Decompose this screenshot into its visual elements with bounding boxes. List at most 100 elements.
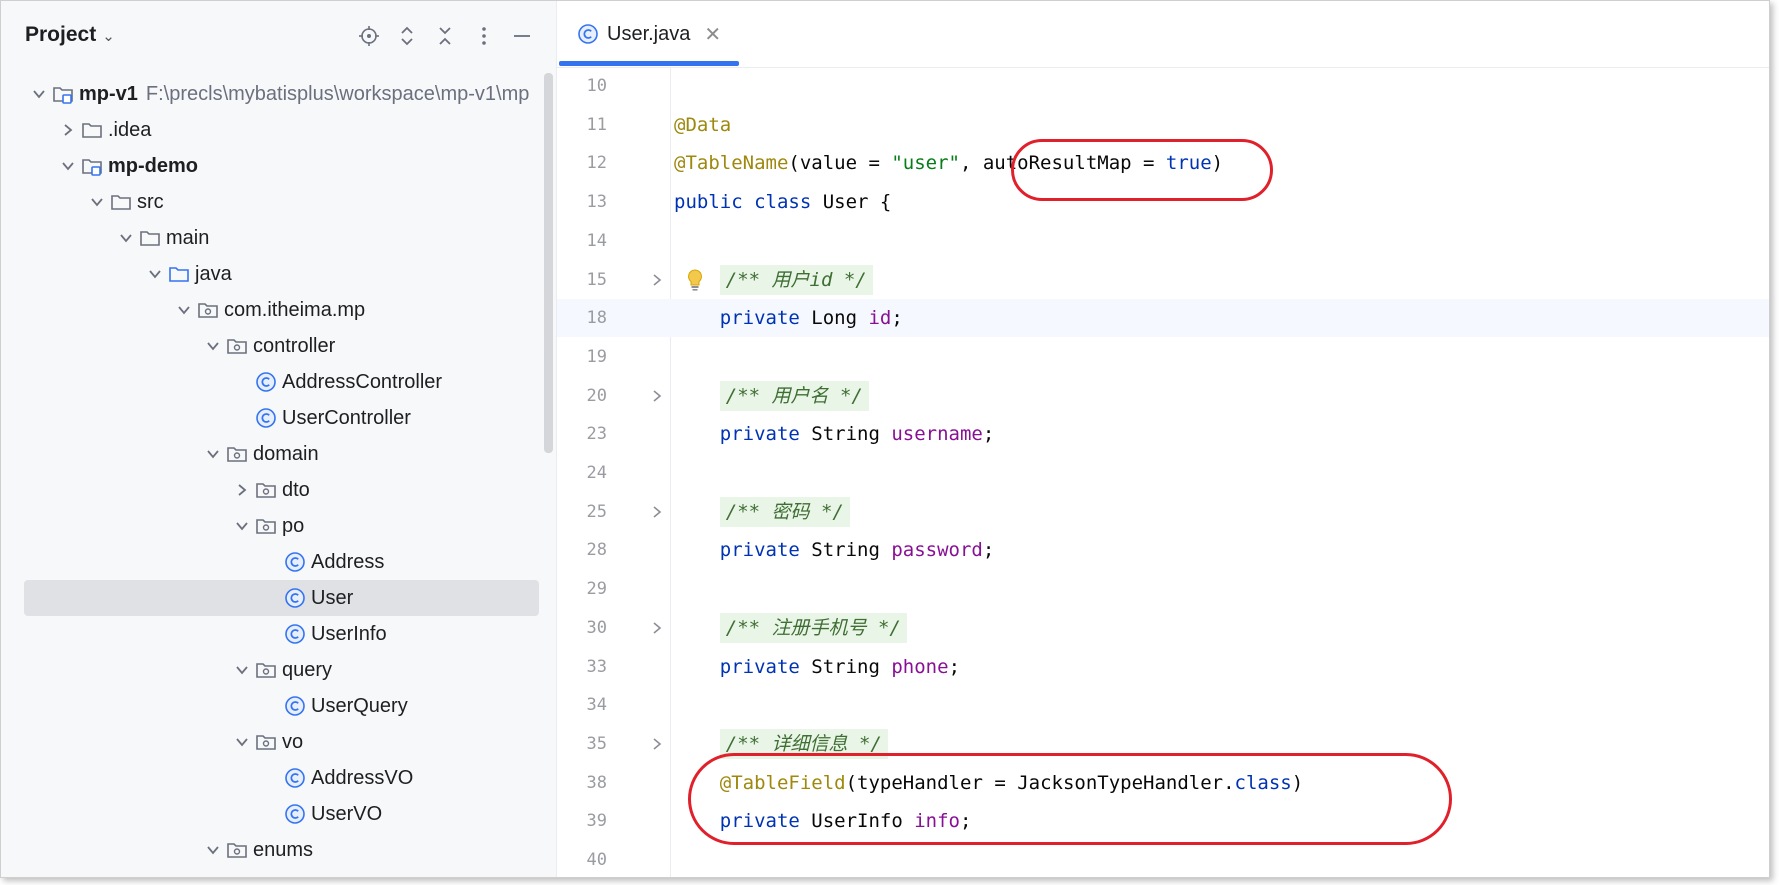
tree-item-label: com.itheima.mp xyxy=(224,298,366,321)
tree-item-userinfo[interactable]: UserInfo xyxy=(1,616,556,652)
editor-tab-bar: User.java ✕ xyxy=(557,1,1769,68)
tree-item-enums[interactable]: enums xyxy=(1,832,556,868)
code-text[interactable]: private String password; xyxy=(674,531,995,569)
code-token: private xyxy=(719,423,812,446)
line-number[interactable]: 35 xyxy=(557,725,607,763)
tree-item-label: Address xyxy=(311,550,385,573)
chevron-down-icon[interactable] xyxy=(230,514,254,538)
tree-item-dto[interactable]: dto xyxy=(1,472,556,508)
fold-chevron-icon[interactable] xyxy=(649,493,665,531)
tree-item-userquery[interactable]: UserQuery xyxy=(1,688,556,724)
code-token: public class xyxy=(674,191,823,214)
chevron-down-icon[interactable] xyxy=(230,658,254,682)
line-number[interactable]: 15 xyxy=(557,261,607,299)
line-number[interactable]: 40 xyxy=(557,841,607,877)
line-number[interactable]: 28 xyxy=(557,531,607,569)
chevron-right-icon[interactable] xyxy=(230,478,254,502)
tree-item-src[interactable]: src xyxy=(1,184,556,220)
line-number[interactable]: 29 xyxy=(557,570,607,608)
expand-all-icon[interactable] xyxy=(394,23,420,49)
tree-item-java[interactable]: java xyxy=(1,256,556,292)
line-number[interactable]: 10 xyxy=(557,67,607,105)
line-number[interactable]: 24 xyxy=(557,454,607,492)
code-token: String xyxy=(811,539,892,562)
code-token: @TableName xyxy=(674,152,789,175)
chevron-down-icon[interactable] xyxy=(114,226,138,250)
chevron-down-icon[interactable] xyxy=(172,298,196,322)
project-tool-window: Project ⌄ mp-v1 F:\precls\mybatisplus\work… xyxy=(1,1,557,877)
tree-item-addressvo[interactable]: AddressVO xyxy=(1,760,556,796)
chevron-down-icon[interactable] xyxy=(230,730,254,754)
line-number[interactable]: 20 xyxy=(557,377,607,415)
fold-chevron-icon[interactable] xyxy=(649,377,665,415)
code-text[interactable]: /** 注册手机号 */ xyxy=(674,609,907,647)
tree-item-usercontroller[interactable]: UserController xyxy=(1,400,556,436)
code-token: "user" xyxy=(891,152,960,175)
line-number[interactable]: 18 xyxy=(557,299,607,337)
tree-item-addresscontroller[interactable]: AddressController xyxy=(1,364,556,400)
chevron-right-icon[interactable] xyxy=(56,118,80,142)
tree-item-query[interactable]: query xyxy=(1,652,556,688)
code-text[interactable]: /** 用户名 */ xyxy=(674,377,869,415)
tab-user-java[interactable]: User.java ✕ xyxy=(559,1,739,67)
code-line: 33 private String phone; xyxy=(557,648,1769,686)
tree-item-idea[interactable]: .idea xyxy=(1,112,556,148)
tree-item-label: UserInfo xyxy=(311,622,387,645)
tree-item-controller[interactable]: controller xyxy=(1,328,556,364)
code-text[interactable]: /** 密码 */ xyxy=(674,493,850,531)
tree-item-user[interactable]: User xyxy=(1,580,556,616)
class-icon xyxy=(254,370,278,394)
code-text[interactable]: @Data xyxy=(674,106,731,144)
close-icon[interactable]: ✕ xyxy=(704,22,721,47)
line-number[interactable]: 19 xyxy=(557,338,607,376)
line-number[interactable]: 39 xyxy=(557,802,607,840)
chevron-down-icon[interactable] xyxy=(201,838,225,862)
tree-item-uservo[interactable]: UserVO xyxy=(1,796,556,832)
line-number[interactable]: 14 xyxy=(557,222,607,260)
fold-chevron-icon[interactable] xyxy=(649,725,665,763)
code-text[interactable]: private String phone; xyxy=(674,648,960,686)
tree-item-label: UserQuery xyxy=(311,694,408,717)
project-tree-scrollbar[interactable] xyxy=(544,73,553,453)
chevron-down-icon[interactable] xyxy=(27,82,51,106)
tree-item-domain[interactable]: domain xyxy=(1,436,556,472)
line-number[interactable]: 23 xyxy=(557,415,607,453)
class-icon xyxy=(283,622,307,646)
line-number[interactable]: 38 xyxy=(557,764,607,802)
tree-item-main[interactable]: main xyxy=(1,220,556,256)
fold-chevron-icon[interactable] xyxy=(649,261,665,299)
line-number[interactable]: 11 xyxy=(557,106,607,144)
chevron-down-icon[interactable] xyxy=(201,334,225,358)
chevron-down-icon[interactable] xyxy=(85,190,109,214)
tree-item-mp-v1[interactable]: mp-v1 F:\precls\mybatisplus\workspace\mp-… xyxy=(1,76,556,112)
chevron-down-icon[interactable] xyxy=(56,154,80,178)
project-view-selector[interactable]: Project ⌄ xyxy=(25,23,115,47)
line-number[interactable]: 25 xyxy=(557,493,607,531)
line-number[interactable]: 30 xyxy=(557,609,607,647)
line-number[interactable]: 33 xyxy=(557,648,607,686)
code-line: 14 xyxy=(557,222,1769,260)
tree-item-vo[interactable]: vo xyxy=(1,724,556,760)
fold-chevron-icon[interactable] xyxy=(649,609,665,647)
code-text[interactable]: private String username; xyxy=(674,415,995,453)
collapse-all-icon[interactable] xyxy=(432,23,458,49)
tree-item-com-itheima-mp[interactable]: com.itheima.mp xyxy=(1,292,556,328)
locate-icon[interactable] xyxy=(356,23,382,49)
code-text[interactable]: public class User { xyxy=(674,183,891,221)
code-text[interactable]: /** 用户id */ xyxy=(674,261,873,299)
line-number[interactable]: 34 xyxy=(557,686,607,724)
tree-item-address[interactable]: Address xyxy=(1,544,556,580)
line-number[interactable]: 13 xyxy=(557,183,607,221)
chevron-down-icon[interactable] xyxy=(201,442,225,466)
tree-item-po[interactable]: po xyxy=(1,508,556,544)
options-icon[interactable] xyxy=(471,23,497,49)
code-token: User { xyxy=(822,191,892,214)
line-number[interactable]: 12 xyxy=(557,144,607,182)
code-text[interactable]: private Long id; xyxy=(674,299,903,337)
tree-item-mp-demo[interactable]: mp-demo xyxy=(1,148,556,184)
chevron-down-icon[interactable] xyxy=(143,262,167,286)
hide-icon[interactable] xyxy=(509,23,535,49)
